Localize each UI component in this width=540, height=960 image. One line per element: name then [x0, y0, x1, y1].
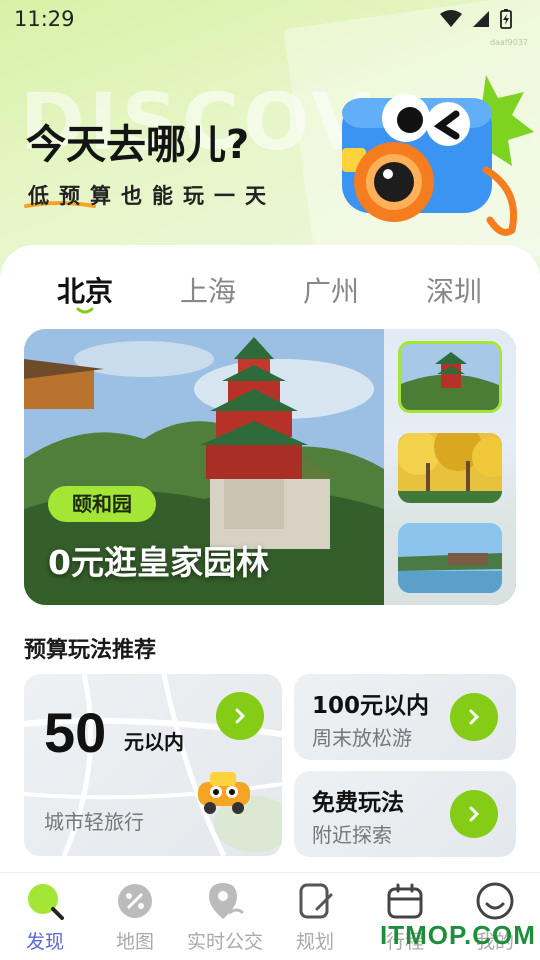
chevron-right-icon — [235, 708, 246, 724]
thumbnail-ginkgo[interactable] — [398, 433, 502, 503]
nav-realtime-bus[interactable]: 实时公交 — [180, 873, 270, 960]
budget-amount: 50 — [44, 701, 107, 764]
budget-card-100-title: 100元以内 — [312, 693, 430, 719]
free-play-card[interactable]: 免费玩法 附近探索 — [294, 771, 516, 857]
budget-card-subtitle: 城市轻旅行 — [44, 810, 144, 834]
calendar-icon — [387, 883, 423, 919]
bus-location-icon — [209, 883, 245, 919]
banner-title: 0元逛皇家园林 — [48, 543, 269, 582]
hero-subtitle: 低预算也能玩一天 — [28, 184, 276, 208]
budget-card-100-subtitle: 周末放松游 — [312, 726, 412, 750]
budget-card-arrow-button[interactable] — [216, 692, 264, 740]
nav-plan[interactable]: 规划 — [270, 873, 360, 960]
chevron-right-icon — [469, 709, 480, 725]
featured-banner[interactable]: 颐和园 0元逛皇家园林 — [24, 329, 516, 605]
free-play-arrow-button[interactable] — [450, 790, 498, 838]
tab-beijing[interactable]: 北京 — [35, 270, 135, 310]
budget-card-50[interactable]: 50 元以内 城市轻旅行 — [24, 674, 282, 856]
free-play-subtitle: 附近探索 — [312, 823, 392, 847]
budget-card-100[interactable]: 100元以内 周末放松游 — [294, 674, 516, 760]
taxi-illustration — [198, 772, 250, 814]
tab-guangzhou[interactable]: 广州 — [281, 270, 381, 310]
device-id: daaf9037 — [489, 38, 528, 47]
nav-discover-label: 发现 — [25, 931, 64, 953]
thumbnail-pagoda[interactable] — [398, 341, 502, 413]
nav-map[interactable]: 地图 — [90, 873, 180, 960]
nav-plan-label: 规划 — [295, 931, 334, 953]
pagoda-thumbnail-image — [401, 344, 499, 410]
budget-unit: 元以内 — [124, 730, 184, 754]
banner-thumbnail-rail — [384, 329, 516, 605]
nav-realtime-bus-label: 实时公交 — [186, 931, 263, 953]
tab-active-indicator — [76, 307, 94, 314]
profile-icon — [476, 882, 514, 920]
plan-icon — [299, 883, 333, 919]
budget-card-100-arrow-button[interactable] — [450, 693, 498, 741]
tab-shanghai[interactable]: 上海 — [158, 270, 258, 310]
camera-mascot-illustration — [342, 75, 534, 236]
nav-map-label: 地图 — [115, 931, 154, 953]
battery-icon — [500, 9, 512, 29]
site-watermark: ITMOP.COM — [380, 920, 536, 950]
thumbnail-lake[interactable] — [398, 523, 502, 593]
hero-title: 今天去哪儿? — [26, 122, 250, 168]
free-play-title: 免费玩法 — [312, 790, 404, 816]
wifi-icon — [440, 10, 462, 27]
status-bar: 11:29 — [0, 0, 540, 38]
section-title: 预算玩法推荐 — [24, 638, 157, 663]
map-icon — [118, 884, 152, 918]
chevron-right-icon — [469, 806, 480, 822]
lake-village-thumbnail-image — [398, 523, 502, 593]
discover-icon — [28, 884, 64, 920]
tab-shenzhen[interactable]: 深圳 — [404, 270, 504, 310]
ginkgo-trees-thumbnail-image — [398, 433, 502, 503]
status-icons — [440, 9, 512, 29]
nav-discover[interactable]: 发现 — [0, 873, 90, 960]
status-time: 11:29 — [14, 7, 75, 31]
signal-icon — [473, 11, 489, 27]
banner-location-tag[interactable]: 颐和园 — [48, 486, 156, 522]
